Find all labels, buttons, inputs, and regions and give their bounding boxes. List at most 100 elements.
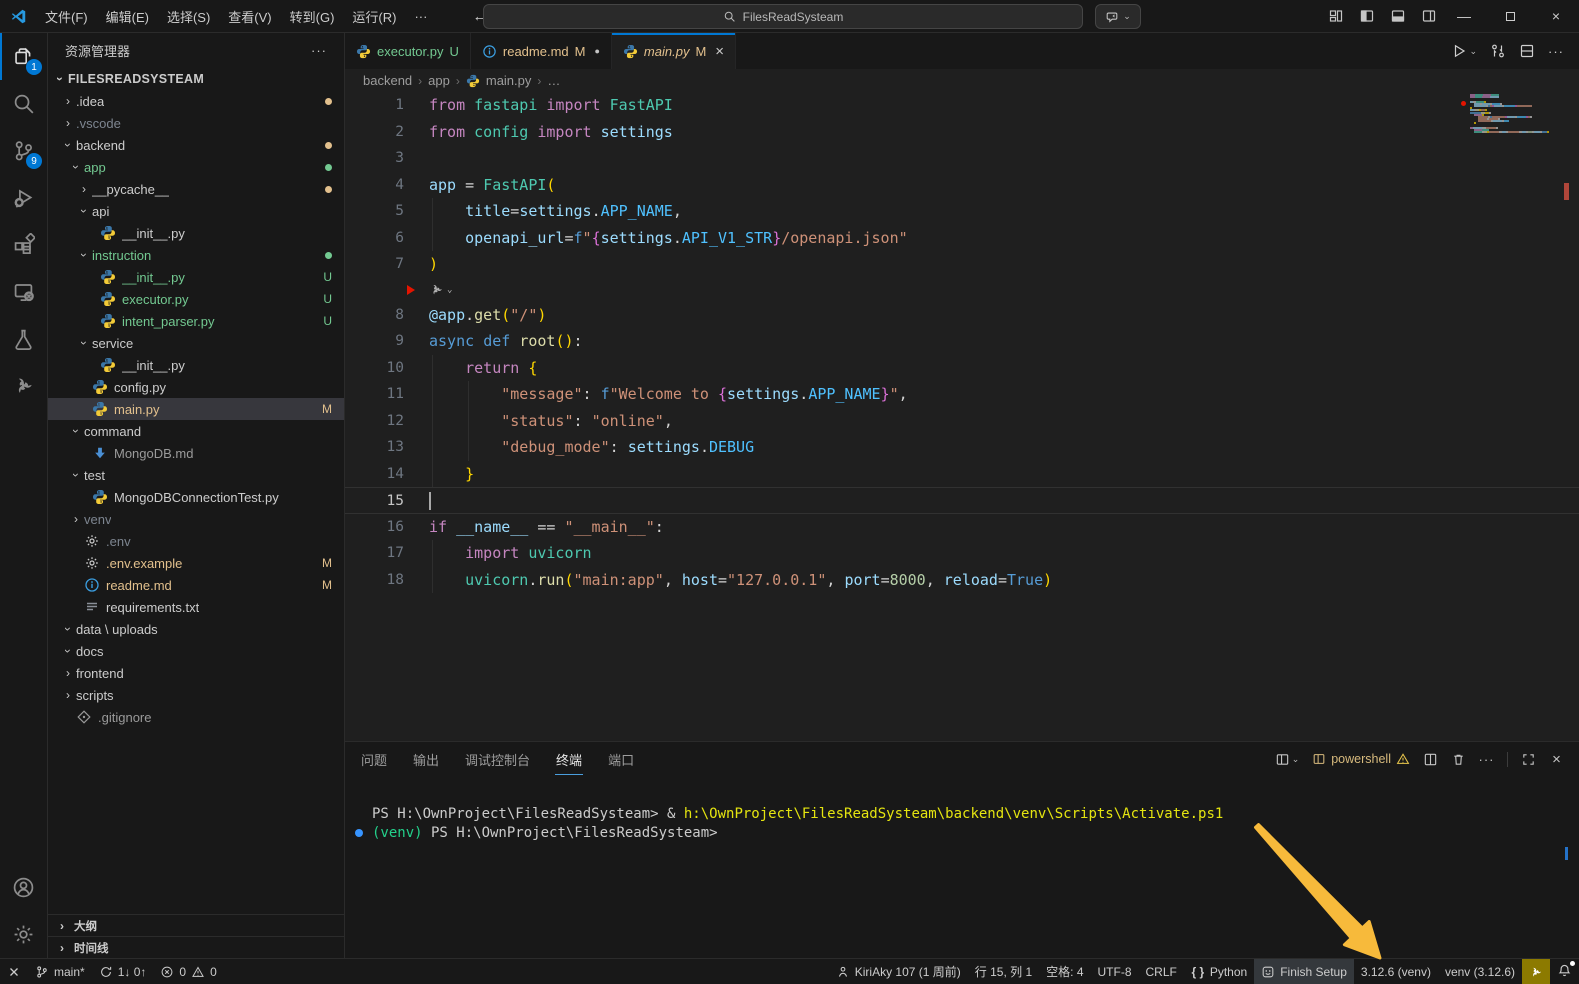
tree-item-__init__.py[interactable]: __init__.py: [48, 222, 344, 244]
code-line-2[interactable]: 2from config import settings: [345, 119, 1579, 146]
more-actions-icon[interactable]: ···: [311, 43, 327, 58]
tree-item-test[interactable]: ›test: [48, 464, 344, 486]
code-line-7[interactable]: 7): [345, 251, 1579, 278]
code-line-6[interactable]: 6 openapi_url=f"{settings.API_V1_STR}/op…: [345, 225, 1579, 252]
code-line-4[interactable]: 4app = FastAPI(: [345, 172, 1579, 199]
tab-main.py[interactable]: main.pyM×: [612, 33, 736, 69]
activity-item-pinwheel-extension[interactable]: [0, 362, 47, 409]
line-number[interactable]: 3: [345, 145, 404, 172]
tree-item-frontend[interactable]: ›frontend: [48, 662, 344, 684]
close-panel-icon[interactable]: ×: [1549, 752, 1564, 767]
status-notifications[interactable]: [1550, 959, 1579, 984]
panel-tab-问题[interactable]: 问题: [360, 743, 388, 775]
tree-item-venv[interactable]: ›venv: [48, 508, 344, 530]
tree-item-MongoDB.md[interactable]: MongoDB.md: [48, 442, 344, 464]
tree-item-main.py[interactable]: main.pyM: [48, 398, 344, 420]
chat-button[interactable]: ⌄: [1095, 4, 1141, 29]
code-line-17[interactable]: 17 import uvicorn: [345, 540, 1579, 567]
command-center[interactable]: FilesReadSysteam: [483, 4, 1083, 29]
line-number[interactable]: 17: [345, 540, 404, 567]
code-line-18[interactable]: 18 uvicorn.run("main:app", host="127.0.0…: [345, 567, 1579, 594]
activity-item-source-control[interactable]: 9: [0, 127, 47, 174]
terminal-tab-powershell[interactable]: powershell: [1312, 752, 1410, 766]
menu-f[interactable]: 文件(F): [36, 4, 97, 29]
status-venv-version[interactable]: venv (3.12.6): [1438, 959, 1522, 984]
line-number[interactable]: 4: [345, 172, 404, 199]
maximize-panel-icon[interactable]: [1521, 752, 1536, 767]
line-number[interactable]: 18: [345, 567, 404, 594]
code-line-15[interactable]: 15: [345, 487, 1579, 514]
activity-item-run-debug[interactable]: [0, 174, 47, 221]
line-number[interactable]: 16: [345, 514, 404, 541]
code-editor[interactable]: 1from fastapi import FastAPI2from config…: [345, 92, 1579, 741]
tree-item-api[interactable]: ›api: [48, 200, 344, 222]
terminal[interactable]: PS H:\OwnProject\FilesReadSysteam> & h:\…: [345, 776, 1579, 958]
status-cursor-position[interactable]: 行 15, 列 1: [968, 959, 1039, 984]
line-number[interactable]: 7: [345, 251, 404, 278]
tree-item-scripts[interactable]: ›scripts: [48, 684, 344, 706]
tree-root[interactable]: ›FILESREADSYSTEAM: [48, 68, 344, 90]
code-line-1[interactable]: 1from fastapi import FastAPI: [345, 92, 1579, 119]
status-python-interpreter[interactable]: 3.12.6 (venv): [1354, 959, 1438, 984]
activity-item-explorer[interactable]: 1: [0, 33, 47, 80]
tree-item-MongoDBConnectionTest.py[interactable]: MongoDBConnectionTest.py: [48, 486, 344, 508]
panel-tab-端口[interactable]: 端口: [607, 743, 635, 775]
panel-tab-输出[interactable]: 输出: [412, 743, 440, 775]
minimize-button[interactable]: —: [1441, 0, 1487, 32]
toggle-sidebar-icon[interactable]: [1359, 8, 1375, 24]
breadcrumb-item[interactable]: …: [547, 73, 560, 88]
tree-item-.idea[interactable]: ›.idea: [48, 90, 344, 112]
close-button[interactable]: ×: [1533, 0, 1579, 32]
kill-terminal-icon[interactable]: [1451, 752, 1466, 767]
tab-executor.py[interactable]: executor.pyU: [345, 33, 471, 69]
menu-e[interactable]: 编辑(E): [97, 4, 158, 29]
command-decoration-dot[interactable]: [355, 829, 363, 837]
line-number[interactable]: 14: [345, 461, 404, 488]
line-number[interactable]: 12: [345, 408, 404, 435]
line-number[interactable]: 2: [345, 119, 404, 146]
panel-tab-终端[interactable]: 终端: [555, 743, 583, 775]
line-number[interactable]: 15: [345, 488, 404, 513]
tree-item-intent_parser.py[interactable]: intent_parser.pyU: [48, 310, 344, 332]
minimap[interactable]: [1443, 94, 1545, 133]
inline-extension-widget[interactable]: ⌄: [345, 278, 1579, 302]
split-editor-icon[interactable]: [1519, 43, 1535, 59]
activity-item-account[interactable]: [0, 864, 47, 911]
tree-item-instruction[interactable]: ›instruction: [48, 244, 344, 266]
tree-item-readme.md[interactable]: readme.mdM: [48, 574, 344, 596]
more-actions-icon[interactable]: ···: [1479, 752, 1494, 767]
tree-item-__pycache__[interactable]: ›__pycache__: [48, 178, 344, 200]
status-pinwheel-status[interactable]: [1522, 959, 1550, 984]
toggle-panel-icon[interactable]: [1390, 8, 1406, 24]
line-number[interactable]: 9: [345, 328, 404, 355]
close-icon[interactable]: ×: [715, 43, 724, 60]
status-eol[interactable]: CRLF: [1139, 959, 1184, 984]
breadcrumb-item[interactable]: app: [428, 73, 450, 88]
tree-item-.env.example[interactable]: .env.exampleM: [48, 552, 344, 574]
maximize-button[interactable]: [1487, 0, 1533, 32]
launch-profile-button[interactable]: ⌄: [1275, 752, 1300, 767]
section-时间线[interactable]: ›时间线: [48, 936, 344, 958]
code-line-12[interactable]: 12 "status": "online",: [345, 408, 1579, 435]
status-problems[interactable]: 00: [153, 959, 223, 984]
status-encoding[interactable]: UTF-8: [1091, 959, 1139, 984]
code-line-13[interactable]: 13 "debug_mode": settings.DEBUG: [345, 434, 1579, 461]
tree-item-__init__.py[interactable]: __init__.pyU: [48, 266, 344, 288]
line-number[interactable]: 6: [345, 225, 404, 252]
tree-item-config.py[interactable]: config.py: [48, 376, 344, 398]
activity-item-search[interactable]: [0, 80, 47, 127]
tree-item-__init__.py[interactable]: __init__.py: [48, 354, 344, 376]
line-number[interactable]: 10: [345, 355, 404, 382]
more-actions-icon[interactable]: ···: [1548, 43, 1564, 59]
status-blame[interactable]: KiriAky 107 (1 周前): [829, 959, 968, 984]
activity-item-extensions[interactable]: [0, 221, 47, 268]
toggle-secondary-sidebar-icon[interactable]: [1421, 8, 1437, 24]
status-finish-setup[interactable]: Finish Setup: [1254, 959, 1354, 984]
code-line-11[interactable]: 11 "message": f"Welcome to {settings.APP…: [345, 381, 1579, 408]
breadcrumb-item[interactable]: main.py: [486, 73, 532, 88]
line-number[interactable]: 13: [345, 434, 404, 461]
line-number[interactable]: 11: [345, 381, 404, 408]
activity-item-settings[interactable]: [0, 911, 47, 958]
open-changes-icon[interactable]: [1490, 43, 1506, 59]
code-line-14[interactable]: 14 }: [345, 461, 1579, 488]
